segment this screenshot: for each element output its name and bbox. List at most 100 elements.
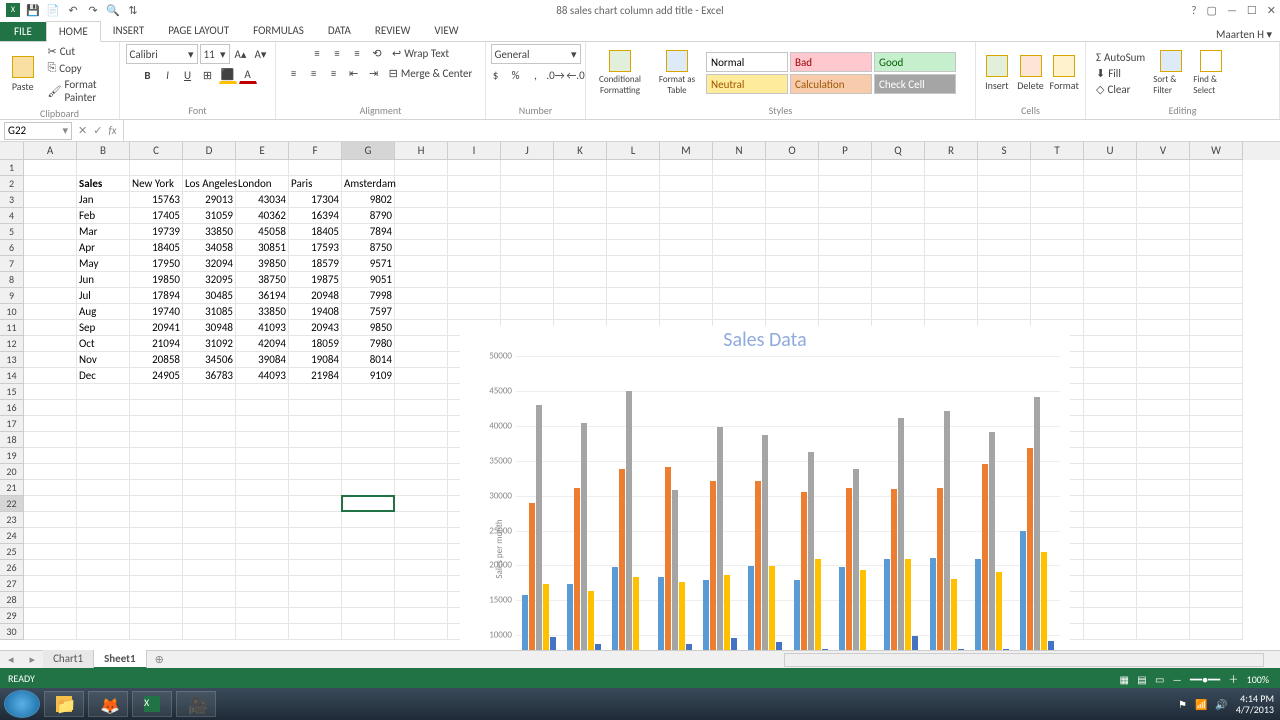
cell[interactable] bbox=[1084, 368, 1137, 384]
cell[interactable] bbox=[236, 400, 289, 416]
cell[interactable] bbox=[1190, 416, 1243, 432]
cell[interactable] bbox=[1190, 544, 1243, 560]
bar[interactable] bbox=[1027, 448, 1033, 650]
increase-indent-icon[interactable]: ⇥ bbox=[365, 64, 383, 82]
cell[interactable] bbox=[1084, 592, 1137, 608]
cell[interactable]: 21984 bbox=[289, 368, 342, 384]
normal-view-icon[interactable]: ▦ bbox=[1120, 673, 1129, 686]
cell[interactable] bbox=[501, 208, 554, 224]
font-name-combo[interactable]: Calibri▾ bbox=[126, 44, 198, 64]
cell[interactable] bbox=[342, 464, 395, 480]
cell[interactable] bbox=[448, 192, 501, 208]
cell[interactable] bbox=[24, 544, 77, 560]
cell[interactable] bbox=[872, 256, 925, 272]
merge-center-button[interactable]: ⊟Merge & Center bbox=[385, 66, 477, 81]
cell[interactable] bbox=[766, 192, 819, 208]
cell[interactable] bbox=[24, 352, 77, 368]
cell[interactable] bbox=[130, 560, 183, 576]
cell[interactable] bbox=[77, 608, 130, 624]
tray-flag-icon[interactable]: ⚑ bbox=[1178, 698, 1187, 711]
cell[interactable] bbox=[1137, 288, 1190, 304]
cell[interactable]: 33850 bbox=[183, 224, 236, 240]
cell[interactable] bbox=[395, 240, 448, 256]
cell[interactable] bbox=[925, 176, 978, 192]
cell[interactable] bbox=[448, 240, 501, 256]
page-layout-view-icon[interactable]: ▤ bbox=[1137, 673, 1146, 686]
cell[interactable]: New York bbox=[130, 176, 183, 192]
cell[interactable] bbox=[395, 608, 448, 624]
cell[interactable] bbox=[554, 160, 607, 176]
col-header-K[interactable]: K bbox=[554, 142, 607, 160]
cell[interactable] bbox=[342, 496, 395, 512]
row-header-11[interactable]: 11 bbox=[0, 320, 24, 336]
col-header-I[interactable]: I bbox=[448, 142, 501, 160]
cell[interactable]: 34058 bbox=[183, 240, 236, 256]
cell[interactable] bbox=[395, 336, 448, 352]
cell[interactable] bbox=[77, 384, 130, 400]
cell[interactable] bbox=[501, 288, 554, 304]
cell[interactable] bbox=[1137, 560, 1190, 576]
embedded-chart[interactable]: Sales Data Sales per month 0500010000150… bbox=[460, 326, 1070, 650]
cell[interactable] bbox=[660, 304, 713, 320]
cell[interactable] bbox=[607, 272, 660, 288]
cell[interactable] bbox=[1137, 464, 1190, 480]
cell[interactable] bbox=[925, 256, 978, 272]
bar[interactable] bbox=[951, 579, 957, 650]
number-format-combo[interactable]: General▾ bbox=[491, 44, 581, 64]
cell[interactable]: 18059 bbox=[289, 336, 342, 352]
cell[interactable] bbox=[713, 240, 766, 256]
cell[interactable] bbox=[872, 304, 925, 320]
comma-icon[interactable]: , bbox=[527, 66, 545, 84]
bar[interactable] bbox=[703, 580, 709, 650]
cell[interactable] bbox=[395, 192, 448, 208]
paste-button[interactable]: Paste bbox=[6, 56, 39, 93]
cell[interactable] bbox=[289, 592, 342, 608]
cell[interactable] bbox=[1137, 544, 1190, 560]
cell[interactable] bbox=[183, 464, 236, 480]
cell[interactable] bbox=[77, 512, 130, 528]
cell[interactable] bbox=[1084, 448, 1137, 464]
cell[interactable] bbox=[1031, 208, 1084, 224]
cell[interactable] bbox=[819, 272, 872, 288]
cell[interactable] bbox=[1084, 336, 1137, 352]
percent-icon[interactable]: % bbox=[507, 66, 525, 84]
cell[interactable] bbox=[1084, 576, 1137, 592]
cell[interactable] bbox=[1137, 416, 1190, 432]
cell[interactable]: 7998 bbox=[342, 288, 395, 304]
cell[interactable] bbox=[872, 240, 925, 256]
cell[interactable] bbox=[1031, 288, 1084, 304]
bold-button[interactable]: B bbox=[139, 66, 157, 84]
print-preview-icon[interactable]: 🔍 bbox=[106, 3, 120, 17]
close-icon[interactable]: ✕ bbox=[1267, 4, 1276, 17]
cell[interactable]: Nov bbox=[77, 352, 130, 368]
cell[interactable] bbox=[978, 240, 1031, 256]
cell[interactable]: Amsterdam bbox=[342, 176, 395, 192]
row-header-4[interactable]: 4 bbox=[0, 208, 24, 224]
cell[interactable] bbox=[1084, 480, 1137, 496]
col-header-V[interactable]: V bbox=[1137, 142, 1190, 160]
cell[interactable] bbox=[395, 432, 448, 448]
bar[interactable] bbox=[937, 488, 943, 650]
cell[interactable] bbox=[77, 432, 130, 448]
cell[interactable] bbox=[1084, 208, 1137, 224]
cell[interactable]: 38750 bbox=[236, 272, 289, 288]
bar[interactable] bbox=[529, 503, 535, 651]
cell[interactable] bbox=[713, 224, 766, 240]
cell[interactable] bbox=[1084, 176, 1137, 192]
cell[interactable] bbox=[872, 224, 925, 240]
bar[interactable] bbox=[839, 567, 845, 650]
cell[interactable] bbox=[554, 288, 607, 304]
cell[interactable] bbox=[1190, 464, 1243, 480]
bar[interactable] bbox=[679, 582, 685, 650]
cell[interactable] bbox=[24, 480, 77, 496]
bar[interactable] bbox=[612, 567, 618, 650]
cell[interactable]: 40362 bbox=[236, 208, 289, 224]
cell[interactable] bbox=[766, 304, 819, 320]
cell[interactable]: 18579 bbox=[289, 256, 342, 272]
currency-icon[interactable]: $ bbox=[487, 66, 505, 84]
col-header-G[interactable]: G bbox=[342, 142, 395, 160]
system-tray[interactable]: ⚑ 📶 🔊 4:14 PM4/7/2013 bbox=[1178, 693, 1274, 715]
cell[interactable] bbox=[395, 576, 448, 592]
decrease-decimal-icon[interactable]: ←.0 bbox=[567, 66, 585, 84]
cell[interactable] bbox=[1137, 320, 1190, 336]
